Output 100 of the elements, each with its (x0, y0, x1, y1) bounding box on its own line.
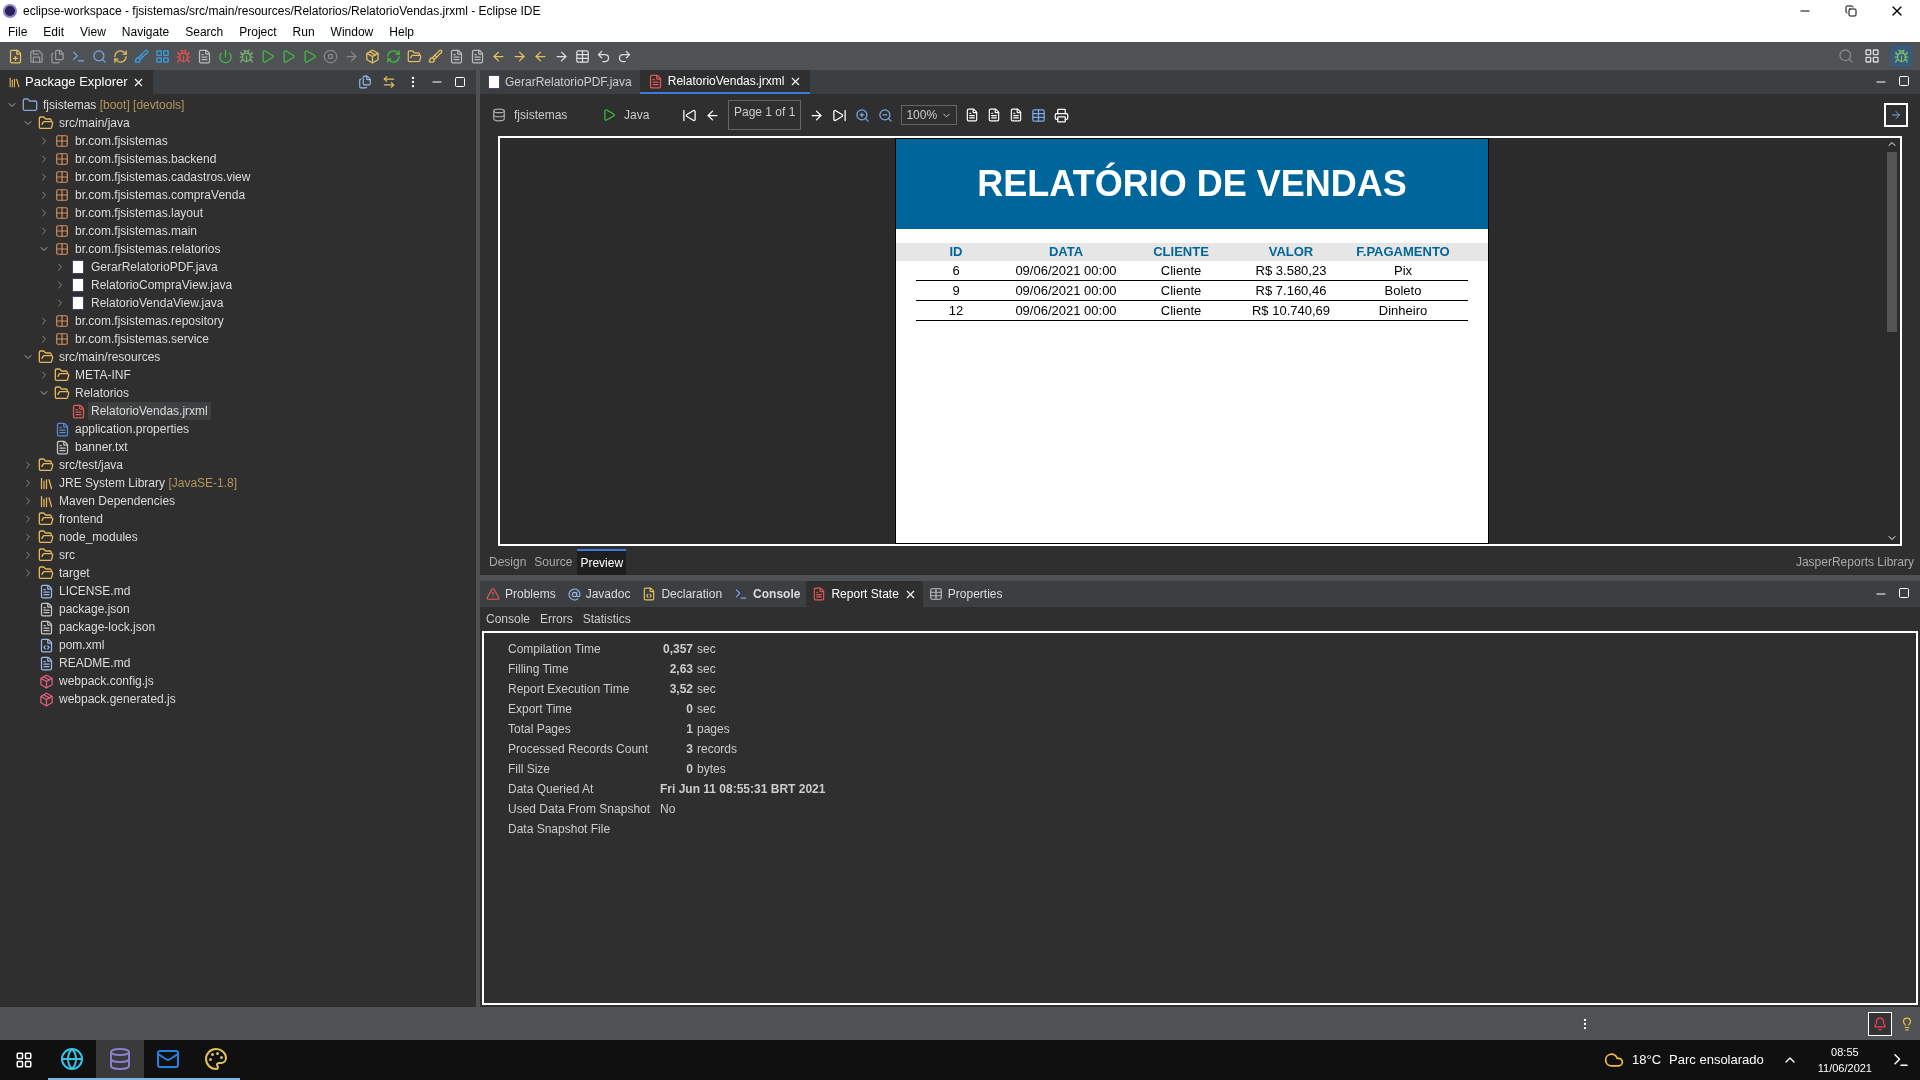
tree-item[interactable]: JRE System Library [JavaSE-1.8] (56, 474, 241, 492)
collapse-all-icon[interactable] (358, 75, 372, 89)
view-tab[interactable]: Package Explorer (0, 70, 153, 94)
tree-item[interactable]: br.com.fjsistemas.relatorios (72, 240, 224, 258)
actual-size-icon[interactable] (965, 108, 980, 122)
panel-tab[interactable]: Javadoc (561, 581, 637, 607)
open-perspective-icon[interactable] (1864, 48, 1880, 64)
tree-item[interactable]: GerarRelatorioPDF.java (88, 258, 221, 276)
tree-item[interactable]: node_modules (56, 528, 141, 546)
taskbar-app[interactable] (96, 1040, 144, 1080)
menu-item[interactable]: Search (177, 23, 232, 41)
search-icon[interactable] (92, 48, 107, 64)
printer-icon[interactable] (1054, 107, 1070, 123)
menu-item[interactable]: Project (231, 23, 285, 41)
perspective-button[interactable] (1890, 45, 1912, 67)
tree-item[interactable]: application.properties (72, 420, 193, 438)
tree-item[interactable]: webpack.generated.js (56, 690, 179, 708)
tree-item[interactable]: br.com.fjsistemas.main (72, 222, 201, 240)
zoom-out-icon[interactable] (878, 107, 894, 123)
menu-item[interactable]: File (0, 23, 36, 41)
maximize-icon[interactable] (454, 76, 466, 88)
sub-tab[interactable]: Statistics (582, 610, 631, 628)
tree-item[interactable]: frontend (56, 510, 107, 528)
view-tab[interactable]: Design (486, 550, 530, 574)
tree-item[interactable]: br.com.fjsistemas.compraVenda (72, 186, 249, 204)
tree-item[interactable]: RelatorioVendas.jrxml (88, 402, 211, 420)
tree-item[interactable]: src (56, 546, 78, 564)
maximize-icon[interactable] (1898, 587, 1910, 599)
tree-item[interactable]: Maven Dependencies (56, 492, 179, 510)
sub-tab[interactable]: Errors (540, 610, 573, 628)
search-icon[interactable] (1838, 48, 1854, 64)
tree-item[interactable]: br.com.fjsistemas.cadastros.view (72, 168, 254, 186)
language-selector[interactable]: Java (624, 106, 674, 124)
panel-toggle-button[interactable] (1884, 103, 1908, 127)
maximize-icon[interactable] (1898, 75, 1910, 87)
tree-item[interactable]: target (56, 564, 93, 582)
cycle-icon[interactable] (386, 48, 401, 64)
previous-edit-icon[interactable] (491, 48, 506, 64)
undo-icon[interactable] (596, 48, 611, 64)
link-editor-icon[interactable] (382, 75, 396, 89)
first-page-icon[interactable] (682, 107, 697, 123)
open-folder-icon[interactable] (407, 48, 422, 64)
tree-item[interactable]: RelatorioCompraView.java (88, 276, 236, 294)
panel-tab[interactable]: Properties (922, 581, 1009, 607)
forward-icon[interactable] (554, 48, 569, 64)
menu-item[interactable]: Edit (35, 23, 73, 41)
tree-item[interactable]: fjsistemas [boot] [devtools] (40, 96, 188, 114)
document-icon[interactable] (197, 48, 212, 64)
save-icon[interactable] (29, 48, 44, 64)
annotation-icon[interactable] (449, 48, 464, 64)
fit-width-icon[interactable] (1009, 108, 1024, 122)
start-icon[interactable] (15, 1051, 33, 1069)
pencil-icon[interactable] (428, 48, 443, 64)
page-icon[interactable] (470, 48, 485, 64)
lightbulb-icon[interactable] (1900, 1016, 1914, 1031)
refresh-icon[interactable] (113, 48, 128, 64)
fit-page-icon[interactable] (987, 108, 1002, 122)
editor-tab[interactable]: RelatorioVendas.jrxml (639, 70, 811, 94)
brush-icon[interactable] (134, 48, 149, 64)
tree-item[interactable]: br.com.fjsistemas (72, 132, 171, 150)
power-icon[interactable] (218, 48, 233, 64)
sub-tab[interactable]: Console (486, 610, 531, 628)
save-all-icon[interactable] (50, 48, 65, 64)
tree-item[interactable]: Relatorios (72, 384, 133, 402)
step-icon[interactable] (344, 48, 359, 64)
tree-item[interactable]: pom.xml (56, 636, 108, 654)
panel-tab[interactable]: Declaration (636, 581, 729, 607)
previous-page-icon[interactable] (705, 107, 720, 123)
package-icon[interactable] (365, 48, 380, 64)
tree-item[interactable]: LICENSE.md (56, 582, 134, 600)
tree-item[interactable]: br.com.fjsistemas.backend (72, 150, 220, 168)
panel-tab[interactable]: Report State (806, 581, 923, 607)
editor-tab[interactable]: GerarRelatorioPDF.java (480, 70, 640, 94)
debug-icon[interactable] (239, 48, 254, 64)
stop-icon[interactable] (323, 48, 338, 64)
menu-item[interactable]: Navigate (113, 23, 178, 41)
menu-item[interactable]: Help (381, 23, 422, 41)
view-tab[interactable]: Source (531, 550, 576, 574)
back-icon[interactable] (533, 48, 548, 64)
tree-item[interactable]: src/main/java (56, 114, 133, 132)
datasource-icon[interactable] (492, 108, 506, 122)
last-page-icon[interactable] (832, 107, 848, 123)
menu-item[interactable]: View (72, 23, 114, 41)
tree-item[interactable]: README.md (56, 654, 134, 672)
menu-item[interactable]: Run (284, 23, 323, 41)
panel-tab[interactable]: Console (728, 581, 807, 607)
run-server-icon[interactable] (302, 48, 317, 64)
run-icon[interactable] (260, 48, 275, 64)
zoom-in-icon[interactable] (855, 107, 871, 123)
tree-item[interactable]: br.com.fjsistemas.service (72, 330, 213, 348)
tree-item[interactable]: RelatorioVendaView.java (88, 294, 227, 312)
zoom-select[interactable]: 100% (901, 105, 958, 125)
tree-item[interactable]: br.com.fjsistemas.layout (72, 204, 207, 222)
restore-icon[interactable] (1845, 5, 1857, 17)
tree-item[interactable]: package.json (56, 600, 133, 618)
tree-item[interactable]: banner.txt (72, 438, 131, 456)
menu-item[interactable]: Window (322, 23, 382, 41)
run-report-icon[interactable] (602, 108, 616, 122)
tree-item[interactable]: package-lock.json (56, 618, 159, 636)
view-tab[interactable]: Preview (577, 549, 627, 575)
